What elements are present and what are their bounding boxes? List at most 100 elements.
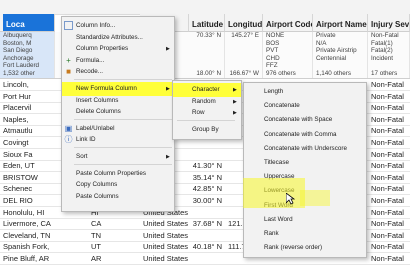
summary-value [228,47,259,55]
table-cell[interactable]: Spanish Fork, [0,241,60,253]
table-cell[interactable]: Non-Fatal [368,149,410,161]
table-cell[interactable] [189,207,225,219]
character-function-item[interactable]: Titlecase [244,156,366,170]
menu-item[interactable]: Delete Columns [62,105,174,119]
table-cell[interactable]: 42.85° N [189,183,225,195]
menu-item-label: Length [264,88,284,95]
table-cell[interactable]: Non-Fatal [368,160,410,172]
table-cell[interactable]: Non-Fatal [368,91,410,103]
column-header[interactable]: Injury Seve [368,14,410,32]
column-header[interactable]: Airport Code [263,14,313,32]
table-cell[interactable]: Non-Fatal [368,253,410,265]
character-function-item[interactable]: Concatenate [244,99,366,113]
summary-airport-name: Private N/A Private Airstrip Centennial 1,14… [313,32,368,78]
character-function-item[interactable]: Concatenate with Underscore [244,142,366,156]
character-function-item[interactable]: Rank [244,227,366,241]
character-function-item[interactable]: Rank (reverse order) [244,241,366,255]
summary-value [371,62,409,70]
menu-item[interactable]: Sort ▶ [62,150,174,164]
column-header[interactable]: Airport Name [313,14,368,32]
chevron-right-icon: ▶ [233,110,237,117]
table-cell[interactable]: Non-Fatal [368,137,410,149]
table-cell[interactable]: Sioux Fa [0,149,60,161]
character-function-item[interactable]: Concatenate with Comma [244,128,366,142]
table-cell[interactable]: UT [88,241,138,253]
recode-icon: ■ [66,67,71,77]
character-function-item[interactable]: Concatenate with Space [244,113,366,127]
summary-value [316,62,367,70]
table-cell[interactable]: Lincoln, [0,79,60,91]
table-cell[interactable]: Livermore, CA [0,218,60,230]
summary-value: 70.33° N [196,32,221,39]
table-cell[interactable]: Non-Fatal [368,172,410,184]
summary-value: 17 others [371,69,398,77]
table-cell[interactable]: Non-Fatal [368,79,410,91]
table-cell[interactable]: Covingt [0,137,60,149]
table-cell[interactable]: Non-Fatal [368,230,410,242]
summary-injury-severity: Non-Fatal Fatal(1) Fatal(2) Incident 17 othe… [368,32,410,78]
table-cell[interactable]: Non-Fatal [368,102,410,114]
table-cell[interactable] [189,149,225,161]
table-cell[interactable]: Non-Fatal [368,241,410,253]
menu-item-label: Row [192,109,205,117]
character-function-item[interactable]: Last Word [244,213,366,227]
column-header[interactable]: Latitude [189,14,225,32]
table-cell[interactable]: Non-Fatal [368,207,410,219]
menu-item-label: Sort [76,153,88,160]
table-cell[interactable]: Port Hur [0,91,60,103]
table-cell[interactable]: CA [88,218,138,230]
table-cell[interactable]: Placervil [0,102,60,114]
column-header[interactable]: Longitude [225,14,263,32]
menu-separator [74,163,172,165]
table-cell[interactable]: Non-Fatal [368,114,410,126]
table-cell[interactable]: 30.00° N [189,195,225,207]
summary-value: 976 others [266,69,296,77]
table-cell[interactable]: Eden, UT [0,160,60,172]
table-cell[interactable]: United States [140,230,190,242]
menu-item[interactable]: ⓘ Link ID [62,133,174,147]
table-cell[interactable]: Atmautlu [0,125,60,137]
table-cell[interactable]: TN [88,230,138,242]
table-cell[interactable]: 35.14° N [189,172,225,184]
table-cell[interactable]: United States [140,241,190,253]
table-cell[interactable] [189,253,225,265]
table-cell[interactable]: Schenec [0,183,60,195]
table-cell[interactable]: Non-Fatal [368,183,410,195]
table-cell[interactable]: Non-Fatal [368,125,410,137]
table-cell[interactable] [189,230,225,242]
menu-separator [74,147,172,148]
table-top-strip [0,0,410,15]
menu-item-label: Link ID [76,136,96,144]
highlight-annotation-tail [300,190,330,206]
table-cell[interactable]: 40.18° N [189,241,225,253]
summary-value: N/A [316,39,327,47]
table-cell[interactable]: Naples, [0,114,60,126]
table-cell[interactable]: BRISTOW [0,172,60,184]
table-cell[interactable]: United States [140,253,190,265]
table-cell[interactable]: DEL RIO [0,195,60,207]
table-cell[interactable]: 41.30° N [189,160,225,172]
summary-latitude: 70.33° N 18.00° N [189,32,225,78]
submenu-item[interactable]: Group By [173,123,241,137]
summary-value: Non-Fatal [371,32,399,39]
table-cell[interactable]: AR [88,253,138,265]
submenu-item[interactable]: Row ▶ [173,106,241,120]
summary-value: 1,532 other [3,69,35,77]
summary-value: Fatal(1) [371,39,393,47]
character-function-item[interactable]: Length [244,85,366,99]
summary-value [192,55,221,63]
menu-item[interactable]: Paste Columns [62,190,174,204]
menu-item-label: Group By [192,125,219,133]
table-cell[interactable]: United States [140,218,190,230]
table-cell[interactable]: Non-Fatal [368,218,410,230]
table-cell[interactable]: Honolulu, HI [0,207,60,219]
table-cell[interactable]: 37.68° N [189,218,225,230]
summary-value: 166.67° W [229,69,259,77]
table-cell[interactable]: Non-Fatal [368,195,410,207]
column-header[interactable]: Loca [3,14,55,32]
menu-item[interactable]: ■ Recode... [62,65,174,79]
menu-item-label: Rank (reverse order) [264,244,323,252]
summary-value [192,40,221,48]
table-cell[interactable]: Pine Bluff, AR [0,253,60,265]
table-cell[interactable]: Cleveland, TN [0,230,60,242]
